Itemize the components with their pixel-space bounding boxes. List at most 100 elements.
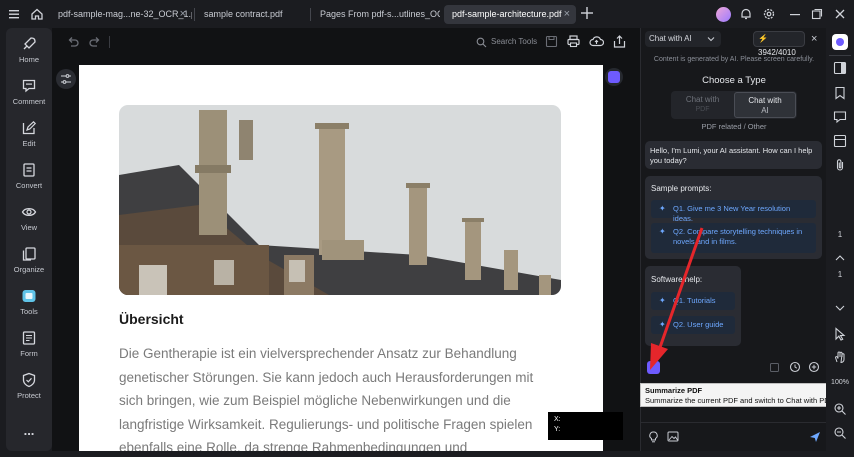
close-icon[interactable]: × — [564, 5, 570, 24]
annotation-arrow — [650, 227, 704, 370]
scroll-up-icon[interactable] — [834, 254, 846, 262]
type-option-line: Chat with — [748, 96, 782, 105]
zoom-level[interactable]: 100% — [826, 379, 854, 386]
type-option-line: Chat with — [685, 95, 720, 104]
tab-label: pdf-sample-mag...ne-32_OCR_1.pdf — [58, 9, 192, 19]
menu-icon[interactable] — [8, 8, 20, 20]
architecture-photo — [119, 105, 561, 295]
coordinate-readout: X: Y: — [548, 412, 623, 440]
body-line: Die Gentherapie ist ein vielversprechend… — [119, 346, 517, 361]
new-chat-icon[interactable] — [808, 361, 820, 373]
sidebar-item-label: Edit — [22, 139, 36, 148]
sidebar-item-view[interactable]: View — [6, 200, 52, 240]
hand-tool-icon[interactable] — [833, 350, 847, 364]
edit-icon — [22, 120, 37, 135]
sidebar-item-tools[interactable]: Tools — [6, 284, 52, 324]
close-icon[interactable]: × — [180, 5, 186, 24]
sparkle-icon: ✦ — [659, 204, 666, 213]
greeting-bubble: Hello, I'm Lumi, your AI assistant. How … — [645, 141, 822, 169]
thumbnails-icon[interactable] — [833, 134, 847, 148]
toolbar: Search Tools — [52, 28, 640, 56]
lightbulb-icon[interactable] — [648, 431, 659, 443]
type-option-line: PDF — [695, 106, 710, 113]
history-icon[interactable] — [789, 361, 801, 373]
page-number[interactable]: 1 — [826, 230, 854, 239]
avatar[interactable] — [716, 7, 731, 22]
credits-badge[interactable]: ⚡ 3942/4010 — [753, 31, 805, 57]
tab-0[interactable]: pdf-sample-mag...ne-32_OCR_1.pdf × — [50, 5, 192, 24]
sidebar-item-label: Convert — [15, 181, 43, 190]
restore-icon[interactable] — [810, 7, 824, 21]
sidebar-item-label: Protect — [17, 391, 41, 400]
tab-2[interactable]: Pages From pdf-s...utlines_OCR.pdf — [312, 5, 440, 24]
home-icon[interactable] — [30, 7, 44, 21]
image-icon[interactable] — [667, 431, 679, 442]
page-settings-button[interactable] — [56, 69, 76, 89]
type-option-chat-with-ai[interactable]: Chat with AI — [734, 92, 796, 118]
select-cursor-icon[interactable] — [833, 327, 847, 341]
minimize-icon[interactable] — [788, 7, 802, 21]
sidebar-item-organize[interactable]: Organize — [6, 242, 52, 282]
tab-1[interactable]: sample contract.pdf — [196, 5, 306, 24]
save-icon[interactable] — [545, 35, 558, 48]
tab-3[interactable]: pdf-sample-architecture.pdf × — [444, 5, 576, 24]
tooltip-title: Summarize PDF — [645, 386, 703, 395]
tools-icon — [22, 290, 36, 302]
page-number-secondary: 1 — [837, 270, 843, 279]
undo-icon[interactable] — [66, 35, 80, 49]
tab-label: pdf-sample-architecture.pdf — [452, 9, 562, 19]
attachment-icon[interactable] — [833, 158, 847, 172]
gear-icon[interactable] — [762, 7, 776, 21]
close-window-icon[interactable] — [833, 7, 847, 21]
share-icon[interactable] — [612, 34, 627, 49]
close-icon[interactable]: × — [811, 33, 817, 45]
ai-logo-icon[interactable] — [832, 34, 848, 50]
mode-select[interactable]: Chat with AI — [645, 31, 721, 47]
x-label: X: — [554, 416, 561, 423]
search-icon — [476, 37, 487, 48]
convert-icon — [23, 163, 35, 177]
redo-icon[interactable] — [88, 35, 102, 49]
body-line: langfristige Wirksamkeit. Regulierungs- … — [119, 416, 533, 432]
chevron-down-icon — [707, 37, 715, 42]
type-option-line: AI — [761, 106, 769, 115]
tab-label: Pages From pdf-s...utlines_OCR.pdf — [320, 9, 440, 19]
comment-icon — [22, 79, 36, 93]
zoom-out-icon[interactable] — [833, 426, 847, 440]
sidebar-item-label: Tools — [20, 307, 38, 316]
print-icon[interactable] — [566, 34, 581, 49]
tooltip-text: Summarize the current PDF and switch to … — [645, 396, 854, 405]
sidebar-item-edit[interactable]: Edit — [6, 116, 52, 156]
body-text: Die Gentherapie ist ein vielversprechend… — [119, 342, 559, 451]
tab-label: sample contract.pdf — [204, 9, 283, 19]
comments-panel-icon[interactable] — [833, 110, 847, 124]
attach-icon[interactable] — [769, 362, 780, 373]
type-option-chat-with-pdf[interactable]: Chat with PDF — [673, 93, 732, 117]
bell-icon[interactable] — [739, 7, 753, 21]
sample-prompt-1[interactable]: ✦ Q1. Give me 3 New Year resolution idea… — [651, 200, 816, 223]
sidebar-item-protect[interactable]: Protect — [6, 368, 52, 408]
sidebar-item-home[interactable]: Home — [6, 32, 52, 72]
panel-toggle-icon[interactable] — [833, 61, 847, 75]
greeting-text: Hello, I'm Lumi, your AI assistant. How … — [650, 146, 813, 165]
document-area: Search Tools Übersicht Die Gentherapie i… — [52, 28, 640, 451]
organize-icon — [22, 247, 36, 261]
zoom-in-icon[interactable] — [833, 402, 847, 416]
sidebar-item-comment[interactable]: Comment — [6, 74, 52, 114]
sidebar-item-label: Comment — [12, 97, 46, 106]
more-icon[interactable]: ... — [6, 423, 52, 438]
scroll-down-icon[interactable] — [834, 304, 846, 312]
left-sidebar: Home Comment Edit Convert View Organize … — [6, 28, 52, 451]
bookmark-icon[interactable] — [833, 86, 847, 100]
cloud-upload-icon[interactable] — [589, 34, 604, 49]
sidebar-item-form[interactable]: Form — [6, 326, 52, 366]
y-label: Y: — [554, 426, 561, 433]
eye-icon — [21, 207, 37, 217]
sidebar-item-convert[interactable]: Convert — [6, 158, 52, 198]
add-tab-icon[interactable] — [580, 6, 594, 20]
rocket-icon — [23, 37, 36, 50]
ai-disclaimer: Content is generated by AI. Please scree… — [653, 56, 815, 63]
ai-assistant-button[interactable] — [605, 68, 623, 86]
body-line: sich bringen, wie zum Beispiel mögliche … — [119, 393, 511, 408]
send-icon[interactable] — [809, 431, 821, 443]
